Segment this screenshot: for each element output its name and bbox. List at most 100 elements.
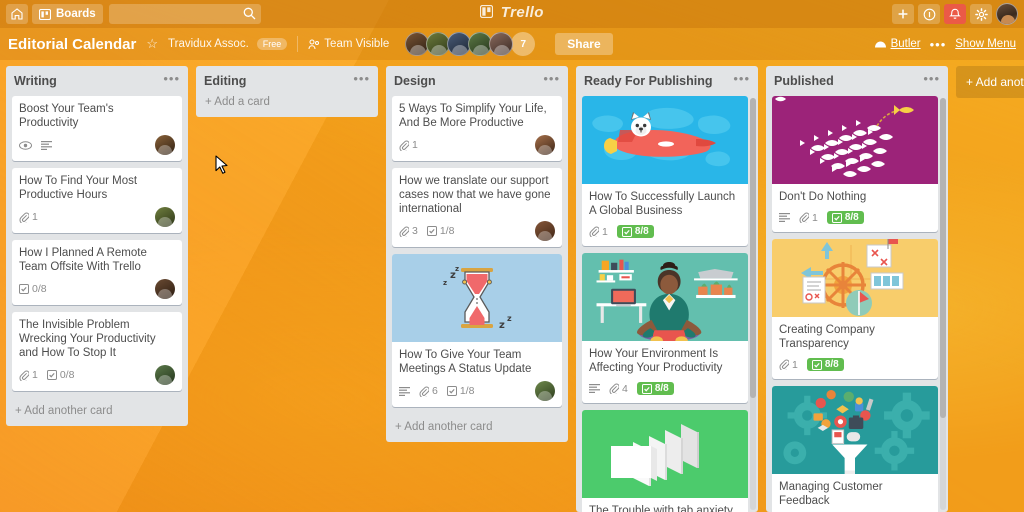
svg-text:z: z: [499, 320, 505, 331]
card[interactable]: How To Find Your Most Productive Hours 1: [12, 168, 182, 233]
checklist-icon: [811, 359, 822, 370]
avatar[interactable]: [535, 381, 555, 401]
divider: [297, 36, 299, 52]
list-title[interactable]: Editing: [204, 74, 246, 88]
avatar[interactable]: [155, 365, 175, 385]
ellipsis-icon[interactable]: •••: [163, 72, 180, 85]
settings-button[interactable]: [970, 4, 992, 24]
add-card-button[interactable]: + Add another card: [6, 398, 188, 426]
svg-text:z: z: [455, 265, 459, 273]
ellipsis-icon[interactable]: •••: [733, 72, 750, 85]
description-icon: [41, 140, 52, 150]
card-container: 5 Ways To Simplify Your Life, And Be Mor…: [386, 96, 568, 414]
avatar[interactable]: [155, 207, 175, 227]
profile-avatar[interactable]: [996, 3, 1018, 25]
checklist-icon: [621, 226, 632, 237]
card[interactable]: How Your Environment Is Affecting Your P…: [582, 253, 748, 403]
boards-button[interactable]: Boards: [32, 4, 103, 24]
card-title: How To Successfully Launch A Global Busi…: [589, 191, 736, 217]
checklist-count: 1/8: [439, 225, 455, 237]
attachment-count: 1: [32, 211, 38, 223]
visibility-button[interactable]: Team Visible: [308, 38, 389, 50]
show-menu-button[interactable]: Show Menu: [955, 38, 1016, 50]
svg-text:z: z: [507, 314, 512, 323]
card-container: Boost Your Team's Productivity How To Fi…: [6, 96, 188, 398]
checklist-icon: [46, 370, 57, 380]
paperclip-icon: [799, 212, 809, 223]
attachment-count: 6: [432, 385, 438, 397]
avatar[interactable]: [489, 32, 514, 56]
card-title: 5 Ways To Simplify Your Life, And Be Mor…: [399, 103, 547, 129]
scrollbar-thumb[interactable]: [940, 98, 946, 418]
card[interactable]: How we translate our support cases now t…: [392, 168, 562, 247]
avatar[interactable]: [535, 221, 555, 241]
search-icon: [243, 7, 256, 20]
card-badges: 0/8: [19, 279, 175, 299]
ellipsis-icon[interactable]: •••: [543, 72, 560, 85]
visibility-label: Team Visible: [324, 38, 390, 50]
attachment-badge: 1: [799, 212, 818, 224]
brand-label: Trello: [500, 4, 544, 21]
card[interactable]: Managing Customer Feedback Feb 10, 2016 …: [772, 386, 938, 512]
paperclip-icon: [399, 140, 409, 151]
attachment-count: 1: [812, 211, 818, 224]
avatar[interactable]: [155, 279, 175, 299]
card[interactable]: The Trouble with tab anxiety, and how to…: [582, 410, 748, 512]
checklist-count: 8/8: [824, 359, 839, 370]
description-icon: [399, 386, 410, 396]
add-card-button[interactable]: + Add another card: [386, 414, 568, 442]
plan-badge: Free: [256, 38, 288, 50]
paperclip-icon: [419, 386, 429, 397]
top-nav-actions: [892, 3, 1018, 25]
paperclip-icon: [779, 359, 789, 370]
attachment-badge: 6: [419, 385, 438, 397]
home-button[interactable]: [6, 4, 28, 24]
card[interactable]: Boost Your Team's Productivity: [12, 96, 182, 161]
scrollbar-thumb[interactable]: [750, 98, 756, 398]
notifications-button[interactable]: [944, 4, 966, 24]
card[interactable]: How To Successfully Launch A Global Busi…: [582, 96, 748, 246]
card[interactable]: The Invisible Problem Wrecking Your Prod…: [12, 312, 182, 391]
add-list-button[interactable]: + Add another list: [956, 66, 1024, 98]
add-card-button[interactable]: + Add a card: [196, 96, 378, 117]
attachment-badge: 1: [779, 359, 798, 371]
card-cover-ships-wheel-navigation-illustration: [772, 239, 938, 317]
board-more-menu-icon[interactable]: •••: [930, 38, 947, 51]
trello-logo-icon: [480, 4, 498, 21]
boards-label: Boards: [56, 8, 96, 20]
card[interactable]: z z z z z How To Give Your Team Meetings…: [392, 254, 562, 407]
attachment-badge: 1: [589, 226, 608, 238]
info-button[interactable]: [918, 4, 940, 24]
checklist-badge: 0/8: [46, 369, 74, 381]
list-title[interactable]: Design: [394, 74, 436, 88]
avatar[interactable]: [535, 135, 555, 155]
list-design: Design ••• 5 Ways To Simplify Your Life,…: [386, 66, 568, 442]
add-button[interactable]: [892, 4, 914, 24]
list-title[interactable]: Ready For Publishing: [584, 74, 713, 88]
member-count-badge[interactable]: 7: [511, 32, 536, 56]
avatar[interactable]: [155, 135, 175, 155]
star-icon[interactable]: ☆: [146, 36, 158, 52]
card[interactable]: How I Planned A Remote Team Offsite With…: [12, 240, 182, 305]
share-button[interactable]: Share: [555, 33, 613, 55]
list-title[interactable]: Writing: [14, 74, 57, 88]
card-cover-fish-school-one-breaking-away-illustration: [772, 96, 938, 184]
card-badges: 1: [399, 135, 555, 155]
team-name[interactable]: Travidux Assoc. Free: [168, 38, 288, 50]
list-writing: Writing ••• Boost Your Team's Productivi…: [6, 66, 188, 426]
checklist-complete-badge: 8/8: [806, 358, 844, 371]
checklist-complete-badge: 8/8: [826, 211, 864, 224]
card[interactable]: Don't Do Nothing 1 8/8: [772, 96, 938, 232]
card[interactable]: 5 Ways To Simplify Your Life, And Be Mor…: [392, 96, 562, 161]
checklist-count: 8/8: [844, 212, 859, 223]
search-input[interactable]: [108, 4, 261, 24]
butler-button[interactable]: Butler: [874, 38, 921, 50]
card[interactable]: Creating Company Transparency 1 8/8: [772, 239, 938, 379]
board-canvas: Writing ••• Boost Your Team's Productivi…: [0, 60, 1024, 512]
ellipsis-icon[interactable]: •••: [923, 72, 940, 85]
card-badges: 3 1/8: [399, 221, 555, 241]
card-badges: 1 8/8: [589, 223, 741, 240]
ellipsis-icon[interactable]: •••: [353, 72, 370, 85]
list-title[interactable]: Published: [774, 74, 834, 88]
card-badges: 1 8/8: [779, 356, 931, 373]
